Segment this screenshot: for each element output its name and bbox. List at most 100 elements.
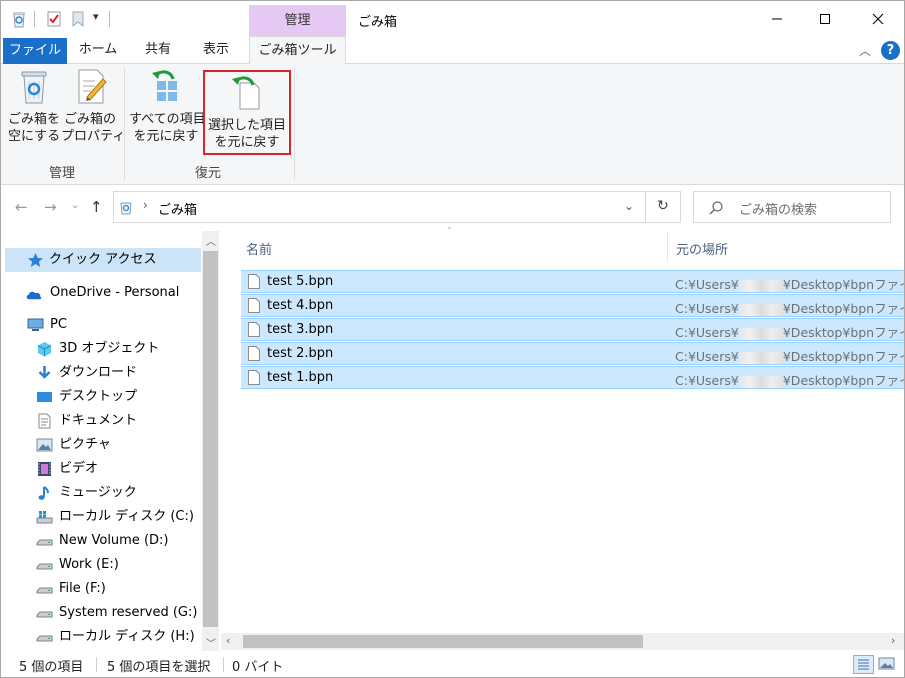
nav-item-label: ドキュメント bbox=[59, 413, 138, 428]
nav-item-drive-h[interactable]: ローカル ディスク (H:) bbox=[1, 625, 201, 649]
recycle-bin-icon bbox=[21, 71, 47, 104]
recycle-bin-small-icon bbox=[120, 202, 132, 215]
nav-item-label: OneDrive - Personal bbox=[50, 285, 180, 300]
video-icon bbox=[38, 462, 51, 476]
help-icon[interactable]: ? bbox=[881, 41, 900, 60]
nav-item-label: ダウンロード bbox=[59, 365, 138, 380]
large-icons-view-button[interactable] bbox=[877, 655, 898, 674]
restore-selected-items-button[interactable]: 選択した項目 を元に戻す bbox=[203, 70, 291, 155]
column-header-name[interactable]: 名前 bbox=[246, 239, 272, 258]
breadcrumb-recycle-bin[interactable]: ごみ箱 bbox=[158, 199, 197, 218]
recycle-bin-properties-button[interactable]: ごみ箱の プロパティ bbox=[61, 67, 125, 145]
nav-item-music[interactable]: ミュージック bbox=[1, 481, 201, 505]
drive-icon bbox=[36, 563, 53, 570]
file-name: test 5.bpn bbox=[267, 274, 334, 289]
file-row[interactable]: test 3.bpn C:¥Users¥¥Desktop¥bpnファイル bbox=[241, 318, 904, 341]
navigation-bar: ← → ⌄ ↑ › ごみ箱 ⌄ ↻ ごみ箱の検索 bbox=[1, 186, 904, 228]
status-size: 0 バイト bbox=[232, 660, 284, 675]
nav-item-drive-f[interactable]: File (F:) bbox=[1, 577, 201, 601]
window-title: ごみ箱 bbox=[358, 15, 398, 30]
up-arrow-icon[interactable]: ↑ bbox=[90, 198, 103, 216]
details-view-icon bbox=[858, 659, 869, 670]
file-original-location: C:¥Users¥¥Desktop¥bpnファイル bbox=[675, 277, 904, 292]
column-header-original-location[interactable]: 元の場所 bbox=[676, 239, 728, 258]
title-bar: ▾ 管理 ごみ箱 bbox=[1, 1, 904, 36]
nav-item-pictures[interactable]: ピクチャ bbox=[1, 433, 201, 457]
close-icon bbox=[872, 13, 884, 24]
recent-locations-icon[interactable]: ⌄ bbox=[71, 200, 79, 211]
file-icon bbox=[248, 274, 260, 289]
nav-item-downloads[interactable]: ダウンロード bbox=[1, 361, 201, 385]
nav-item-label: 3D オブジェクト bbox=[59, 341, 160, 356]
file-name: test 3.bpn bbox=[267, 322, 334, 337]
nav-item-pc[interactable]: PC bbox=[1, 313, 201, 337]
new-folder-qat-icon[interactable] bbox=[71, 10, 85, 28]
details-view-button[interactable] bbox=[853, 655, 874, 674]
minimize-icon bbox=[772, 18, 782, 19]
nav-item-label: クイック アクセス bbox=[49, 252, 157, 267]
breadcrumb-chevron-icon: › bbox=[143, 198, 148, 212]
nav-item-quick-access[interactable]: クイック アクセス bbox=[5, 248, 201, 272]
empty-recycle-bin-label-2: 空にする bbox=[8, 129, 61, 144]
close-button[interactable] bbox=[854, 1, 902, 36]
explorer-window: ▾ 管理 ごみ箱 ファイル ホーム 共有 表示 ごみ箱ツール ︿ ? ごみ箱を … bbox=[0, 0, 905, 678]
download-icon bbox=[38, 366, 51, 379]
redacted-username bbox=[738, 279, 783, 292]
tab-recycle-bin-tools[interactable]: ごみ箱ツール bbox=[249, 36, 346, 65]
file-row[interactable]: test 1.bpn C:¥Users¥¥Desktop¥bpnファイル bbox=[241, 366, 904, 389]
horizontal-scrollbar[interactable]: ‹ › bbox=[221, 633, 904, 650]
nav-item-onedrive[interactable]: OneDrive - Personal bbox=[1, 281, 201, 305]
nav-item-drive-d[interactable]: New Volume (D:) bbox=[1, 529, 201, 553]
drive-icon bbox=[36, 611, 53, 618]
horizontal-scroll-thumb[interactable] bbox=[243, 635, 643, 648]
back-arrow-icon[interactable]: ← bbox=[15, 198, 28, 216]
desktop-icon bbox=[37, 392, 52, 402]
forward-arrow-icon[interactable]: → bbox=[44, 198, 57, 216]
qat-customize-icon[interactable]: ▾ bbox=[93, 10, 99, 23]
search-box[interactable]: ごみ箱の検索 bbox=[693, 191, 891, 223]
tab-view[interactable]: 表示 bbox=[189, 36, 243, 64]
address-bar[interactable]: › ごみ箱 ⌄ bbox=[113, 191, 646, 223]
scroll-left-icon[interactable]: ‹ bbox=[226, 634, 230, 647]
maximize-button[interactable] bbox=[801, 1, 849, 36]
file-row[interactable]: test 4.bpn C:¥Users¥¥Desktop¥bpnファイル bbox=[241, 294, 904, 317]
nav-item-videos[interactable]: ビデオ bbox=[1, 457, 201, 481]
restore-all-items-button[interactable]: すべての項目 を元に戻す bbox=[129, 67, 206, 145]
empty-recycle-bin-button[interactable]: ごみ箱を 空にする bbox=[8, 67, 60, 145]
nav-item-label: Work (E:) bbox=[59, 557, 119, 572]
refresh-button[interactable]: ↻ bbox=[646, 191, 681, 223]
nav-item-drive-e[interactable]: Work (E:) bbox=[1, 553, 201, 577]
tab-share[interactable]: 共有 bbox=[131, 36, 185, 64]
file-original-location: C:¥Users¥¥Desktop¥bpnファイル bbox=[675, 301, 904, 316]
minimize-button[interactable] bbox=[753, 1, 801, 36]
nav-item-label: デスクトップ bbox=[59, 389, 138, 404]
document-icon bbox=[38, 413, 51, 429]
scroll-right-icon[interactable]: › bbox=[891, 634, 895, 647]
chevron-up-icon[interactable]: ︿ bbox=[859, 42, 871, 59]
nav-item-desktop[interactable]: デスクトップ bbox=[1, 385, 201, 409]
nav-item-label: PC bbox=[50, 317, 67, 332]
file-original-location: C:¥Users¥¥Desktop¥bpnファイル bbox=[675, 373, 904, 388]
tab-home[interactable]: ホーム bbox=[71, 36, 125, 64]
nav-item-local-disk-c[interactable]: ローカル ディスク (C:) bbox=[1, 505, 201, 529]
properties-qat-icon[interactable] bbox=[46, 10, 62, 28]
status-selected-count: 5 個の項目を選択 bbox=[107, 660, 211, 675]
tab-file[interactable]: ファイル bbox=[3, 38, 67, 64]
large-icons-view-icon bbox=[878, 657, 895, 670]
file-row[interactable]: test 2.bpn C:¥Users¥¥Desktop¥bpnファイル bbox=[241, 342, 904, 365]
column-divider[interactable] bbox=[667, 233, 668, 261]
nav-item-documents[interactable]: ドキュメント bbox=[1, 409, 201, 433]
star-icon bbox=[28, 253, 43, 267]
pc-icon bbox=[27, 318, 44, 331]
nav-item-3d-objects[interactable]: 3D オブジェクト bbox=[1, 337, 201, 361]
scroll-up-icon[interactable]: ︿ bbox=[206, 233, 216, 248]
properties-icon bbox=[78, 69, 107, 104]
scroll-down-icon[interactable]: ﹀ bbox=[206, 635, 216, 650]
nav-item-drive-g[interactable]: System reserved (G:) bbox=[1, 601, 201, 625]
properties-label-1: ごみ箱の bbox=[63, 112, 116, 127]
file-row[interactable]: test 5.bpn C:¥Users¥¥Desktop¥bpnファイル bbox=[241, 270, 904, 293]
nav-item-label: New Volume (D:) bbox=[59, 533, 169, 548]
nav-scroll-thumb[interactable] bbox=[203, 251, 218, 627]
group-separator bbox=[124, 68, 125, 180]
chevron-down-icon[interactable]: ⌄ bbox=[624, 199, 634, 213]
